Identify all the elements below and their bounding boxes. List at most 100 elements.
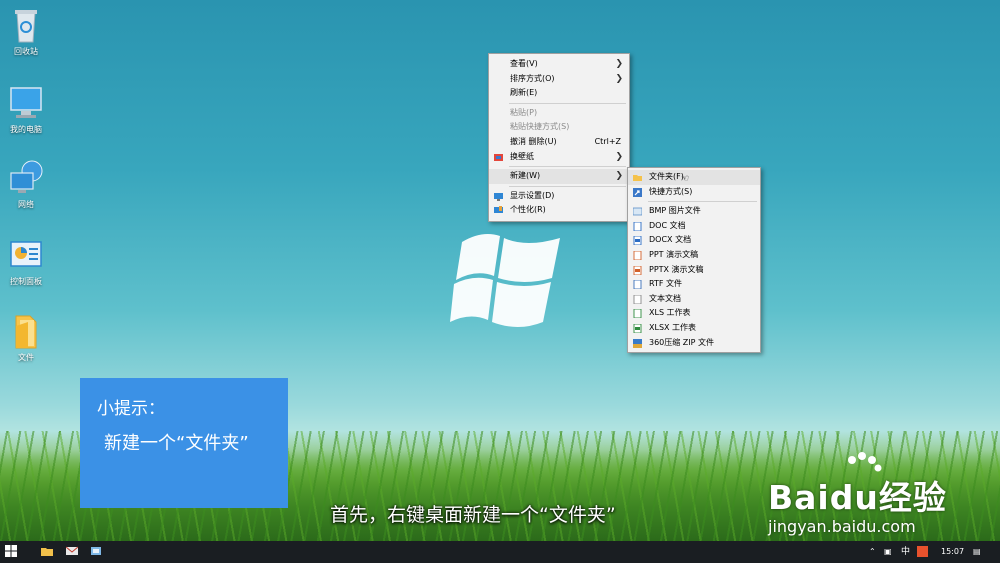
menu-item-label: 360压缩 ZIP 文件 [649, 337, 715, 347]
wallpaper-icon [494, 153, 503, 162]
tip-box: 小提示： 新建一个“文件夹” [80, 378, 288, 508]
chevron-right-icon: ❯ [615, 171, 623, 182]
menu-item-sort-by[interactable]: 排序方式(O) ❯ [489, 72, 629, 87]
desktop-icon-label: 网络 [18, 200, 34, 209]
menu-item-undo-delete[interactable]: 撤消 删除(U) Ctrl+Z [489, 135, 629, 150]
taskbar-app-2[interactable] [65, 545, 80, 559]
file-explorer-icon [41, 548, 53, 556]
menu-item-label: PPT 演示文稿 [649, 249, 699, 259]
personalize-icon [494, 206, 503, 215]
submenu-item-xlsx[interactable]: XLSX 工作表 [628, 321, 760, 336]
submenu-item-zip[interactable]: 360压缩 ZIP 文件 [628, 336, 760, 351]
menu-item-label: BMP 图片文件 [649, 206, 701, 216]
taskbar-clock[interactable]: 15:07 [941, 541, 964, 563]
recycle-bin-icon [8, 6, 44, 44]
video-subtitle: 首先，右键桌面新建一个“文件夹” [330, 504, 616, 526]
menu-item-paste-shortcut[interactable]: 粘贴快捷方式(S) [489, 120, 629, 135]
menu-item-new[interactable]: 新建(W) ❯ [489, 169, 629, 184]
submenu-item-text-document[interactable]: 文本文档 [628, 292, 760, 307]
notification-center-icon[interactable]: ▤ [973, 541, 981, 563]
shortcut-icon [633, 187, 642, 197]
menu-separator [509, 166, 626, 168]
folder-icon [8, 312, 44, 350]
chevron-right-icon: ❯ [615, 59, 623, 69]
menu-item-label: RTF 文件 [649, 279, 683, 289]
menu-separator [509, 102, 626, 104]
start-button[interactable] [5, 545, 19, 559]
taskbar: ⌃ ▣ 中 15:07 ▤ [0, 541, 1000, 563]
xlsx-file-icon [633, 323, 642, 334]
submenu-item-shortcut[interactable]: 快捷方式(S) [628, 185, 760, 200]
rtf-file-icon [633, 279, 642, 290]
tip-body: 新建一个“文件夹” [104, 433, 249, 454]
taskbar-app-3[interactable] [90, 545, 104, 559]
tip-title: 小提示： [97, 399, 165, 419]
display-settings-icon [494, 192, 503, 201]
menu-item-label: DOCX 文档 [649, 235, 692, 245]
menu-item-label: XLS 工作表 [649, 308, 691, 318]
submenu-item-docx[interactable]: DOCX 文档 [628, 233, 760, 248]
windows-start-icon [5, 545, 17, 557]
menu-item-label: DOC 文档 [649, 220, 686, 230]
submenu-item-bmp[interactable]: BMP 图片文件 [628, 204, 760, 219]
desktop-icon-network[interactable]: 网络 [0, 159, 52, 210]
show-hidden-icons-chevron-up-icon[interactable]: ⌃ [869, 541, 876, 563]
taskbar-file-explorer[interactable] [41, 545, 55, 559]
network-tray-icon[interactable]: ▣ [884, 541, 892, 563]
menu-item-label: 粘贴(P) [510, 107, 538, 117]
doc-file-icon [633, 221, 642, 232]
desktop-icon-label: 文件 [18, 353, 34, 362]
menu-item-refresh[interactable]: 刷新(E) [489, 86, 629, 101]
control-panel-icon [8, 236, 44, 274]
new-submenu: 文件夹(F) ☜ 快捷方式(S) BMP 图片文件 DOC 文档 DOCX 文档… [627, 167, 761, 354]
menu-item-display-settings[interactable]: 显示设置(D) [489, 189, 629, 204]
menu-item-change-wallpaper[interactable]: 换壁纸 ❯ [489, 150, 629, 165]
network-icon [8, 159, 44, 197]
menu-item-label: PPTX 演示文稿 [649, 264, 704, 274]
bmp-file-icon [632, 207, 643, 216]
desktop-icon-control-panel[interactable]: 控制面板 [0, 236, 52, 287]
desktop-icon-label: 回收站 [14, 47, 38, 56]
desktop-icon-label: 控制面板 [10, 277, 42, 286]
computer-icon [8, 84, 44, 122]
chevron-right-icon: ❯ [615, 73, 623, 84]
menu-item-label: 文本文档 [649, 293, 681, 303]
desktop-icon-computer[interactable]: 我的电脑 [0, 84, 52, 135]
menu-item-label: 显示设置(D) [510, 190, 555, 200]
ime-indicator[interactable]: 中 [901, 541, 910, 563]
menu-item-label: 排序方式(O) [510, 73, 555, 83]
app-icon [91, 547, 101, 555]
paw-icon [848, 452, 882, 472]
submenu-item-doc[interactable]: DOC 文档 [628, 219, 760, 234]
menu-item-label: 粘贴快捷方式(S) [510, 122, 570, 132]
menu-separator [648, 201, 757, 203]
menu-item-shortcut: Ctrl+Z [594, 136, 621, 146]
xls-file-icon [633, 308, 642, 319]
submenu-item-xls[interactable]: XLS 工作表 [628, 306, 760, 321]
submenu-item-ppt[interactable]: PPT 演示文稿 [628, 248, 760, 263]
menu-item-label: XLSX 工作表 [649, 322, 697, 332]
folder-icon [633, 173, 642, 182]
menu-item-label: 换壁纸 [510, 151, 534, 161]
menu-item-label: 刷新(E) [510, 88, 538, 98]
menu-item-personalize[interactable]: 个性化(R) [489, 203, 629, 218]
menu-item-paste[interactable]: 粘贴(P) [489, 106, 629, 121]
menu-item-label: 快捷方式(S) [649, 186, 693, 196]
ppt-file-icon [633, 250, 642, 261]
txt-file-icon [633, 294, 642, 305]
submenu-item-pptx[interactable]: PPTX 演示文稿 [628, 263, 760, 278]
baidu-watermark: Baidu经验 jingyan.baidu.com [768, 452, 947, 536]
menu-item-label: 新建(W) [510, 171, 541, 181]
menu-item-label: 文件夹(F) [649, 172, 684, 181]
desktop-icon-recycle-bin[interactable]: 回收站 [0, 6, 52, 57]
submenu-item-new-folder[interactable]: 文件夹(F) ☜ [628, 170, 760, 185]
submenu-item-rtf[interactable]: RTF 文件 [628, 277, 760, 292]
sogou-ime-icon[interactable] [917, 541, 928, 563]
chevron-right-icon: ❯ [615, 151, 623, 162]
desktop-context-menu: 查看(V) ❯ 排序方式(O) ❯ 刷新(E) 粘贴(P) 粘贴快捷方式(S) 撤消… [488, 53, 630, 222]
windows-logo-wallpaper [450, 234, 560, 327]
menu-item-view[interactable]: 查看(V) ❯ [489, 57, 629, 72]
menu-separator [509, 185, 626, 187]
desktop-icon-folder[interactable]: 文件 [0, 312, 52, 363]
zip-file-icon [633, 338, 642, 348]
